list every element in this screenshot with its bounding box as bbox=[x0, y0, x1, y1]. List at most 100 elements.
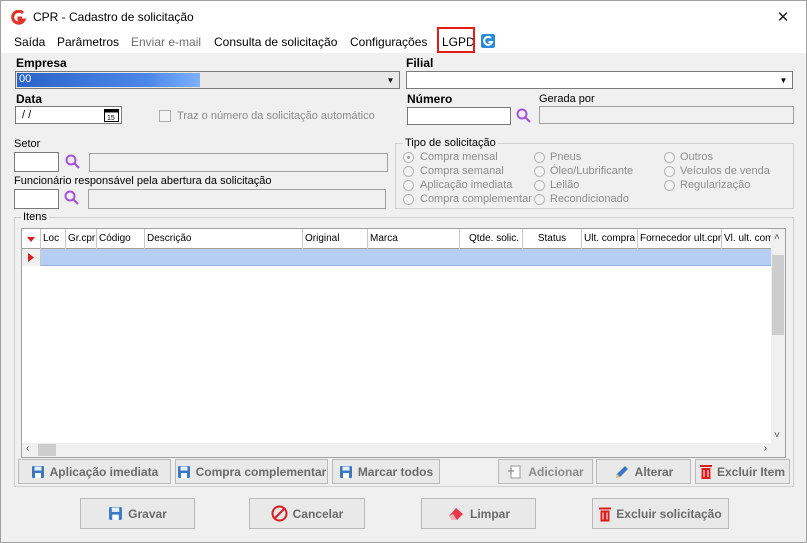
radio-leilao[interactable] bbox=[534, 180, 545, 191]
menu-consulta-solicitacao[interactable]: Consulta de solicitação bbox=[214, 35, 337, 49]
calendar-icon[interactable]: 15 bbox=[104, 109, 119, 122]
grid-sort-indicator[interactable] bbox=[22, 229, 41, 249]
excluir-item-button[interactable]: Excluir Item bbox=[695, 459, 790, 484]
radio-compra-semanal[interactable] bbox=[403, 166, 414, 177]
limpar-label: Limpar bbox=[469, 506, 510, 521]
menu-bar: Saída Parâmetros Enviar e-mail Consulta … bbox=[1, 33, 806, 53]
col-gr-cpr[interactable]: Gr.cpr bbox=[66, 229, 97, 249]
trash-icon bbox=[599, 506, 612, 522]
cancelar-label: Cancelar bbox=[292, 506, 344, 521]
setor-search-icon[interactable] bbox=[65, 154, 81, 170]
setor-input[interactable] bbox=[14, 152, 59, 172]
col-marca[interactable]: Marca bbox=[368, 229, 460, 249]
col-descricao[interactable]: Descrição bbox=[145, 229, 303, 249]
col-loc[interactable]: Loc bbox=[41, 229, 66, 249]
radio-compra-mensal[interactable] bbox=[403, 152, 414, 163]
scroll-down-icon[interactable]: ˅ bbox=[774, 430, 780, 441]
excluir-solicitacao-button[interactable]: Excluir solicitação bbox=[592, 498, 729, 529]
radio-oleo-lubrificante-label: Óleo/Lubrificante bbox=[550, 165, 634, 177]
eraser-icon bbox=[447, 506, 465, 521]
aplicacao-imediata-button[interactable]: Aplicação imediata bbox=[18, 459, 171, 484]
table-row[interactable] bbox=[22, 249, 773, 266]
limpar-button[interactable]: Limpar bbox=[421, 498, 536, 529]
adicionar-label: Adicionar bbox=[528, 464, 584, 479]
gravar-label: Gravar bbox=[128, 506, 167, 521]
menu-enviar-email[interactable]: Enviar e-mail bbox=[131, 35, 201, 49]
radio-compra-complementar-label: Compra complementar bbox=[420, 193, 532, 205]
radio-compra-complementar[interactable] bbox=[403, 194, 414, 205]
radio-outros[interactable] bbox=[664, 152, 675, 163]
numero-label: Número bbox=[407, 92, 453, 106]
radio-oleo-lubrificante[interactable] bbox=[534, 166, 545, 177]
floppy-disk-icon bbox=[339, 465, 353, 479]
numero-input[interactable] bbox=[407, 107, 511, 125]
itens-title: Itens bbox=[21, 211, 49, 223]
data-value: / / bbox=[22, 109, 32, 121]
radio-recondicionado[interactable] bbox=[534, 194, 545, 205]
scroll-left-icon[interactable]: ‹ bbox=[26, 443, 29, 454]
funcionario-input[interactable] bbox=[14, 189, 59, 209]
vertical-scroll-thumb[interactable] bbox=[772, 255, 784, 335]
filial-select[interactable]: ▼ bbox=[406, 71, 793, 89]
menu-parametros[interactable]: Parâmetros bbox=[57, 35, 119, 49]
excluir-item-label: Excluir Item bbox=[716, 464, 786, 479]
floppy-disk-icon bbox=[177, 465, 191, 479]
current-row-indicator bbox=[22, 249, 41, 266]
empresa-selected-highlight bbox=[17, 73, 200, 87]
radio-recondicionado-label: Recondicionado bbox=[550, 193, 629, 205]
empresa-select[interactable]: 00 ▼ bbox=[15, 71, 400, 89]
close-icon: ✕ bbox=[776, 9, 790, 26]
close-button[interactable]: ✕ bbox=[760, 1, 806, 33]
empresa-label: Empresa bbox=[16, 56, 67, 70]
radio-aplicacao-imediata[interactable] bbox=[403, 180, 414, 191]
main-window: CPR - Cadastro de solicitação ✕ Saída Pa… bbox=[0, 0, 807, 543]
col-vl-ult-com[interactable]: Vl. ult. com bbox=[722, 229, 773, 249]
chevron-down-icon[interactable]: ▼ bbox=[776, 73, 791, 87]
col-original[interactable]: Original bbox=[303, 229, 368, 249]
radio-veiculos-venda-label: Veículos de venda bbox=[680, 165, 770, 177]
horizontal-scrollbar[interactable]: ‹ › bbox=[22, 443, 773, 457]
compra-complementar-button[interactable]: Compra complementar bbox=[175, 459, 328, 484]
col-status[interactable]: Status bbox=[523, 229, 582, 249]
alterar-button[interactable]: Alterar bbox=[596, 459, 691, 484]
empresa-value: 00 bbox=[19, 73, 32, 85]
adicionar-button[interactable]: Adicionar bbox=[498, 459, 593, 484]
horizontal-scroll-thumb[interactable] bbox=[38, 444, 56, 456]
col-fornecedor-ult-cpr[interactable]: Fornecedor ult.cpr bbox=[638, 229, 722, 249]
scroll-up-icon[interactable]: ˄ bbox=[774, 232, 780, 243]
data-input[interactable]: / / 15 bbox=[15, 106, 122, 124]
cancelar-button[interactable]: Cancelar bbox=[249, 498, 365, 529]
traz-numero-checkbox[interactable] bbox=[159, 110, 171, 122]
menu-configuracoes[interactable]: Configurações bbox=[350, 35, 427, 49]
radio-veiculos-venda[interactable] bbox=[664, 166, 675, 177]
radio-leilao-label: Leilão bbox=[550, 179, 580, 191]
compra-complementar-label: Compra complementar bbox=[195, 464, 327, 479]
data-label: Data bbox=[16, 92, 43, 106]
radio-pneus[interactable] bbox=[534, 152, 545, 163]
marcar-todos-button[interactable]: Marcar todos bbox=[332, 459, 440, 484]
tipo-solicitacao-title: Tipo de solicitação bbox=[403, 137, 498, 149]
row-pointer-icon bbox=[28, 253, 34, 262]
floppy-disk-icon bbox=[108, 506, 123, 521]
col-codigo[interactable]: Código bbox=[97, 229, 145, 249]
lgpd-highlight bbox=[437, 27, 475, 53]
vertical-scrollbar[interactable]: ˄ ˅ bbox=[771, 229, 785, 443]
radio-regularizacao-label: Regularização bbox=[680, 179, 751, 191]
window-title: CPR - Cadastro de solicitação bbox=[33, 10, 194, 24]
col-qtde-solic[interactable]: Qtde. solic. bbox=[460, 229, 523, 249]
trash-icon bbox=[699, 464, 712, 479]
chevron-down-icon[interactable]: ▼ bbox=[383, 73, 398, 87]
app-logo-icon bbox=[11, 10, 26, 25]
col-ult-compra[interactable]: Ult. compra bbox=[582, 229, 638, 249]
gravar-button[interactable]: Gravar bbox=[80, 498, 195, 529]
funcionario-search-icon[interactable] bbox=[64, 190, 80, 206]
scroll-right-icon[interactable]: › bbox=[764, 443, 767, 454]
menu-saida[interactable]: Saída bbox=[14, 35, 45, 49]
sort-down-icon bbox=[27, 237, 35, 242]
numero-search-icon[interactable] bbox=[516, 108, 532, 124]
brand-g-icon[interactable] bbox=[481, 34, 495, 48]
aplicacao-imediata-label: Aplicação imediata bbox=[49, 464, 159, 479]
cancel-icon bbox=[271, 505, 288, 522]
radio-regularizacao[interactable] bbox=[664, 180, 675, 191]
itens-grid[interactable]: Loc Gr.cpr Código Descrição Original Mar… bbox=[21, 228, 786, 458]
